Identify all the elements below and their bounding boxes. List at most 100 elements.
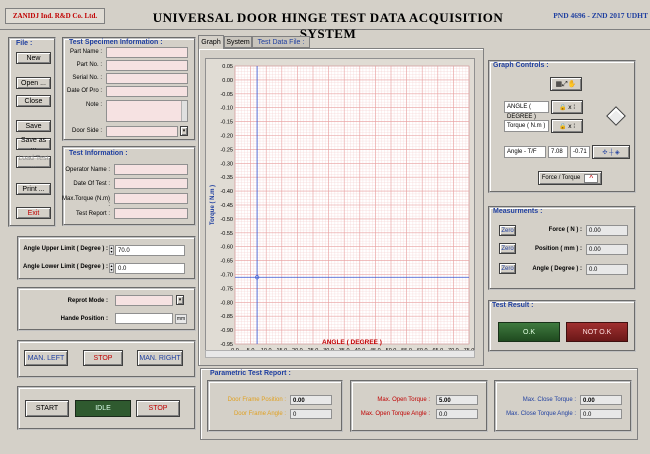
serial-no-label: Serial No. :	[72, 75, 102, 81]
max-close-torque-label: Max. Close Torque :	[522, 397, 576, 403]
y-tick-label: -0.80	[220, 300, 233, 306]
door-frame-angle-label: Door Frame Angle :	[233, 411, 286, 417]
max-open-torque-angle-value: 0.0	[436, 409, 478, 419]
door-frame-position-value: 0.00	[290, 395, 332, 405]
close-button[interactable]: Close	[16, 95, 51, 107]
report-mode-label: Reprot Mode :	[67, 298, 108, 304]
tab-test-data-file[interactable]: Test Data File :	[252, 36, 310, 48]
y-tick-label: -0.75	[220, 286, 233, 292]
new-button[interactable]: New	[16, 52, 51, 64]
lower-limit-field[interactable]: 0.0	[115, 263, 185, 274]
y-tick-label: -0.15	[220, 120, 233, 126]
max-close-torque-angle-value: 0.0	[580, 409, 622, 419]
y-axis-label: Torque ( N.m )	[210, 185, 216, 225]
zero-force-button[interactable]: Zero	[499, 225, 516, 236]
operator-field[interactable]	[114, 164, 188, 175]
test-date-label: Date Of Test :	[73, 181, 110, 187]
motion-stop-button[interactable]: STOP	[83, 350, 123, 366]
force-torque-button[interactable]: Force / Torque ^	[538, 171, 602, 185]
max-torque-field[interactable]	[114, 193, 188, 204]
cursor-y-field[interactable]: -0.71	[570, 146, 590, 158]
cursor-tools-icons[interactable]: ✣ ┼ ◈	[592, 145, 630, 159]
hande-unit: mm	[175, 314, 187, 324]
operator-label: Operator Name :	[65, 167, 110, 173]
print-button[interactable]: Print ...	[16, 183, 51, 195]
run-stop-button[interactable]: STOP	[136, 400, 180, 417]
not-ok-indicator: NOT O.K	[566, 322, 628, 342]
door-frame-panel	[207, 380, 343, 432]
tab-graph[interactable]: Graph	[198, 35, 224, 49]
y-tick-label: -0.40	[220, 189, 233, 195]
measurements-title: Measurments :	[493, 208, 543, 215]
max-torque-label: Max.Torque (N.m) :	[61, 196, 110, 208]
y-tick-label: -0.35	[220, 175, 233, 181]
pan-control-icon[interactable]	[606, 106, 626, 126]
part-no-field[interactable]	[106, 60, 188, 71]
cursor-x-field[interactable]: 7.08	[548, 146, 568, 158]
door-side-dropdown-icon[interactable]: ▾	[180, 126, 188, 136]
part-name-label: Part Name :	[69, 49, 102, 55]
date-of-pro-field[interactable]	[106, 86, 188, 97]
angle-label: Angle ( Degree ) :	[532, 266, 582, 272]
y-tick-label: -0.25	[220, 147, 233, 153]
force-label: Force ( N ) :	[548, 227, 582, 233]
y-tick-label: -0.55	[220, 231, 233, 237]
test-report-field[interactable]	[114, 208, 188, 219]
y-tick-label: -0.45	[220, 203, 233, 209]
close-torque-panel	[494, 380, 632, 432]
lower-limit-label: Angle Lower Limit ( Degree ) :	[22, 264, 108, 270]
save-button[interactable]: Save	[16, 120, 51, 132]
graph-scrollbar[interactable]	[205, 350, 475, 358]
file-panel	[8, 37, 56, 227]
hande-position-field[interactable]	[115, 313, 173, 324]
note-scrollbar[interactable]	[181, 101, 187, 121]
lower-limit-stepper[interactable]: ▴ ▾	[109, 263, 114, 273]
part-name-field[interactable]	[106, 47, 188, 58]
save-as-button[interactable]: Save as ...	[16, 137, 51, 151]
open-button[interactable]: Open ...	[16, 77, 51, 89]
y-tick-label: -0.85	[220, 314, 233, 320]
upper-limit-field[interactable]: 70.0	[115, 245, 185, 256]
y-tick-label: -0.70	[220, 273, 233, 279]
note-field[interactable]	[106, 100, 188, 122]
idle-indicator: IDLE	[75, 400, 131, 417]
zero-position-button[interactable]: Zero	[499, 243, 516, 254]
report-mode-dropdown-icon[interactable]: ▾	[176, 295, 184, 305]
serial-no-field[interactable]	[106, 73, 188, 84]
x-axis-format-icons[interactable]: 🔒 ⅹ ⁞	[551, 100, 583, 114]
tab-system[interactable]: System	[224, 36, 252, 48]
man-right-button[interactable]: MAN. RIGHT	[137, 350, 183, 366]
load-test-button[interactable]: Load Test ...	[16, 155, 51, 169]
x-axis-select[interactable]: ANGLE ( DEGREE )	[504, 101, 549, 120]
cursor-name-field[interactable]: Angle - T/F	[504, 146, 546, 158]
torque-angle-chart[interactable]: 0.05 0.00 -0.05 -0.10 -0.15 -0.20 -0.25 -0.30 -0…	[205, 58, 475, 358]
test-report-label: Test Report :	[75, 211, 110, 217]
upper-limit-stepper[interactable]: ▴ ▾	[109, 245, 114, 255]
max-open-torque-label: Max. Open Torque :	[377, 397, 430, 403]
y-tick-label: -0.60	[220, 245, 233, 251]
test-result-title: Test Result :	[492, 302, 534, 309]
date-of-pro-label: Date Of Pro :	[66, 88, 102, 94]
zero-angle-button[interactable]: Zero	[499, 263, 516, 274]
y-axis-select[interactable]: Torque ( N.m )	[504, 120, 549, 132]
y-axis-format-icons[interactable]: 🔒 ⅹ ⁞	[551, 119, 583, 133]
test-info-title: Test Information :	[69, 150, 128, 157]
company-label: ZANIDJ Ind. R&D Co. Ltd.	[5, 8, 105, 24]
max-open-torque-angle-label: Max. Open Torque Angle :	[360, 411, 430, 417]
angle-value: 0.0	[586, 264, 628, 275]
exit-button[interactable]: Exit	[16, 207, 51, 219]
y-tick-label: -0.65	[220, 259, 233, 265]
hande-position-label: Hande Position :	[60, 316, 108, 322]
report-mode-field[interactable]	[115, 295, 173, 306]
force-torque-icon: ^	[584, 173, 599, 183]
test-date-field[interactable]	[114, 178, 188, 189]
man-left-button[interactable]: MAN. LEFT	[24, 350, 68, 366]
graph-tools-palette[interactable]: ▦⤢✋	[550, 77, 582, 91]
door-frame-position-label: Door Frame Position :	[227, 397, 286, 403]
start-button[interactable]: START	[25, 400, 69, 417]
y-tick-label: 0.05	[222, 64, 233, 70]
y-tick-label: -0.50	[220, 217, 233, 223]
door-side-field[interactable]	[106, 126, 178, 137]
y-tick-label: -0.90	[220, 328, 233, 334]
y-tick-label: -0.30	[220, 161, 233, 167]
